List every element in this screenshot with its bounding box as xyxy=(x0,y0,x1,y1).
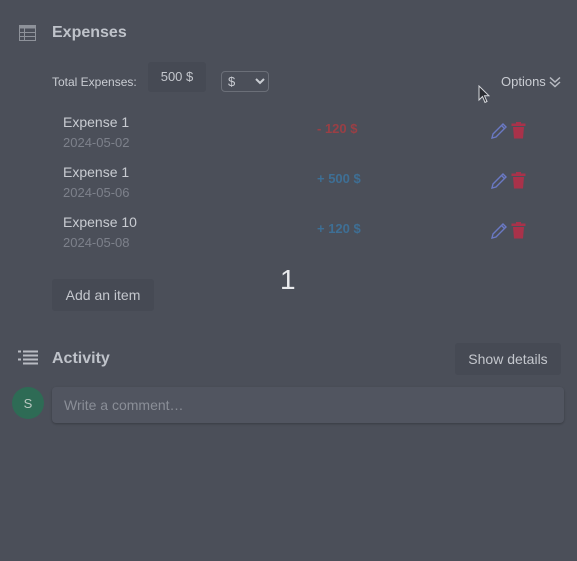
avatar: S xyxy=(12,387,44,419)
chevron-double-down-icon xyxy=(549,76,561,88)
expense-amount: + 500 $ xyxy=(317,171,361,186)
expense-date: 2024-05-08 xyxy=(63,235,130,250)
overlay-number: 1 xyxy=(280,264,296,295)
total-expenses-label: Total Expenses: xyxy=(52,75,137,89)
pencil-icon[interactable] xyxy=(489,121,509,141)
mouse-pointer-icon xyxy=(478,85,490,104)
activity-title: Activity xyxy=(52,350,110,367)
total-expenses-value: 500 $ xyxy=(148,62,206,92)
expense-date: 2024-05-06 xyxy=(63,185,130,200)
trash-icon[interactable] xyxy=(511,222,526,239)
expense-amount: + 120 $ xyxy=(317,221,361,236)
expense-amount: - 120 $ xyxy=(317,121,358,136)
comment-placeholder: Write a comment… xyxy=(64,397,184,413)
expense-name: Expense 1 xyxy=(63,164,130,180)
table-icon xyxy=(19,25,36,41)
expense-date: 2024-05-02 xyxy=(63,135,130,150)
options-label: Options xyxy=(501,74,546,89)
add-item-button[interactable]: Add an item xyxy=(52,279,154,311)
expenses-title: Expenses xyxy=(52,24,127,41)
list-icon xyxy=(18,350,38,365)
options-button[interactable]: Options xyxy=(501,74,561,89)
comment-input[interactable]: Write a comment… xyxy=(52,387,564,423)
trash-icon[interactable] xyxy=(511,122,526,139)
expense-name: Expense 1 xyxy=(63,114,130,130)
show-details-button[interactable]: Show details xyxy=(455,343,561,375)
trash-icon[interactable] xyxy=(511,172,526,189)
expense-name: Expense 10 xyxy=(63,214,137,230)
pencil-icon[interactable] xyxy=(489,221,509,241)
currency-select[interactable]: $ xyxy=(221,71,269,92)
pencil-icon[interactable] xyxy=(489,171,509,191)
